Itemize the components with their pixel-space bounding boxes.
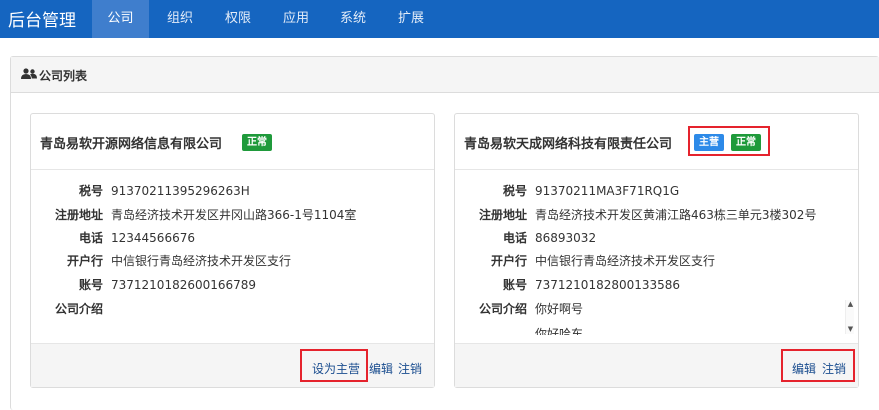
- field-value: 青岛经济技术开发区井冈山路366-1号1104室: [111, 208, 357, 222]
- highlight-box: [300, 349, 368, 382]
- panel-header: 公司列表: [11, 57, 879, 93]
- field-value: 7371210182600166789: [111, 278, 257, 292]
- deregister-button[interactable]: 注销: [398, 360, 422, 377]
- card-footer: 设为主营 编辑 注销: [31, 343, 434, 387]
- field-value: 91370211MA3F71RQ1G: [535, 184, 680, 198]
- field-row-intro: 公司介绍: [31, 299, 431, 319]
- field-label: 税号: [78, 184, 103, 198]
- company-name: 青岛易软天成网络科技有限责任公司: [464, 137, 673, 152]
- company-card: 青岛易软天成网络科技有限责任公司 主营 正常 税号 91370211MA3F71…: [454, 113, 859, 388]
- field-row-account: 账号 7371210182800133586: [455, 275, 855, 295]
- nav-item-company[interactable]: 公司: [92, 0, 149, 38]
- field-row-intro: 公司介绍 你好啊号: [455, 299, 855, 319]
- field-row-address: 注册地址 青岛经济技术开发区井冈山路366-1号1104室: [31, 205, 431, 225]
- field-row-phone: 电话 12344566676: [31, 228, 431, 248]
- field-label: 注册地址: [478, 208, 527, 222]
- top-navbar: 后台管理 公司 组织 权限 应用 系统 扩展: [0, 0, 879, 38]
- nav-item-application[interactable]: 应用: [270, 0, 322, 38]
- field-label: 公司介绍: [54, 302, 103, 316]
- field-row-account: 账号 7371210182600166789: [31, 275, 431, 295]
- highlight-box: [781, 349, 855, 382]
- field-value: 中信银行青岛经济技术开发区支行: [535, 254, 716, 268]
- field-row-bank: 开户行 中信银行青岛经济技术开发区支行: [455, 251, 855, 271]
- highlight-box: [688, 126, 770, 156]
- field-label: 税号: [502, 184, 527, 198]
- field-row-tax-id: 税号 91370211395296263H: [31, 181, 431, 201]
- field-value: 7371210182800133586: [535, 278, 681, 292]
- field-label: 注册地址: [54, 208, 103, 222]
- field-value: 12344566676: [111, 231, 195, 245]
- intro-overflow: 你好哈东: [455, 324, 845, 335]
- status-badge-normal: 正常: [242, 134, 272, 151]
- field-label: 电话: [502, 231, 527, 245]
- field-label: 公司介绍: [478, 302, 527, 316]
- scroll-down-icon[interactable]: ▼: [846, 325, 855, 334]
- field-value: 青岛经济技术开发区黄浦江路463栋三单元3楼302号: [535, 208, 817, 222]
- field-label: 开户行: [490, 254, 527, 268]
- card-header: 青岛易软开源网络信息有限公司 正常: [31, 114, 434, 170]
- field-row-bank: 开户行 中信银行青岛经济技术开发区支行: [31, 251, 431, 271]
- field-row-address: 注册地址 青岛经济技术开发区黄浦江路463栋三单元3楼302号: [455, 205, 855, 225]
- nav-item-extension[interactable]: 扩展: [385, 0, 437, 38]
- nav-item-system[interactable]: 系统: [327, 0, 379, 38]
- field-label: 电话: [78, 231, 103, 245]
- field-value: 你好哈东: [535, 327, 584, 335]
- brand-title[interactable]: 后台管理: [8, 6, 76, 31]
- company-name: 青岛易软开源网络信息有限公司: [40, 137, 223, 152]
- panel-title: 公司列表: [39, 69, 88, 83]
- field-value: 你好啊号: [535, 302, 584, 316]
- field-value: 中信银行青岛经济技术开发区支行: [111, 254, 292, 268]
- field-row-tax-id: 税号 91370211MA3F71RQ1G: [455, 181, 855, 201]
- scroll-up-icon[interactable]: ▲: [846, 300, 855, 309]
- nav-item-organization[interactable]: 组织: [154, 0, 206, 38]
- field-value: 91370211395296263H: [111, 184, 250, 198]
- field-label: 开户行: [66, 254, 103, 268]
- users-icon: [21, 68, 37, 79]
- card-header: 青岛易软天成网络科技有限责任公司 主营 正常: [455, 114, 858, 170]
- company-card: 青岛易软开源网络信息有限公司 正常 税号 91370211395296263H …: [30, 113, 435, 388]
- field-label: 账号: [78, 278, 103, 292]
- intro-scrollbar[interactable]: ▲ ▼: [845, 300, 854, 334]
- edit-button[interactable]: 编辑: [369, 360, 393, 377]
- field-row-phone: 电话 86893032: [455, 228, 855, 248]
- nav-item-permission[interactable]: 权限: [212, 0, 264, 38]
- card-footer: 编辑 注销: [455, 343, 858, 387]
- field-label: 账号: [502, 278, 527, 292]
- field-value: 86893032: [535, 231, 597, 245]
